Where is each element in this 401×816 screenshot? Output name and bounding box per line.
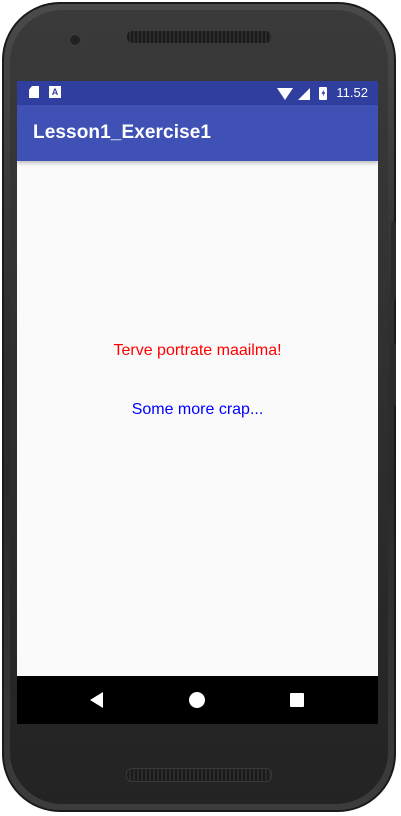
greeting-text: Terve portrate maailma! bbox=[113, 342, 282, 359]
volume-button[interactable] bbox=[391, 222, 396, 300]
front-camera bbox=[69, 34, 81, 46]
back-icon[interactable] bbox=[90, 692, 103, 708]
recents-icon[interactable] bbox=[290, 693, 304, 707]
app-title: Lesson1_Exercise1 bbox=[33, 122, 212, 143]
status-bar: A 11.52 bbox=[17, 81, 378, 105]
signal-icon bbox=[298, 88, 311, 100]
sd-card-icon bbox=[29, 86, 39, 98]
bottom-speaker bbox=[126, 768, 272, 782]
notification-icons: A bbox=[29, 86, 61, 98]
system-icons: 11.52 bbox=[277, 85, 368, 101]
secondary-text: Some more crap... bbox=[131, 401, 264, 418]
app-bar: Lesson1_Exercise1 bbox=[17, 105, 378, 161]
navigation-bar bbox=[17, 676, 378, 724]
battery-charging-icon bbox=[319, 86, 328, 100]
earpiece-speaker bbox=[126, 30, 272, 44]
wifi-icon bbox=[277, 88, 294, 100]
a-icon: A bbox=[49, 86, 61, 98]
home-icon[interactable] bbox=[189, 692, 205, 708]
power-button[interactable] bbox=[391, 344, 396, 406]
status-time: 11.52 bbox=[336, 85, 368, 100]
main-content: Terve portrate maailma! Some more crap..… bbox=[17, 161, 378, 676]
screen: A 11.52 Lesson1_Exercise1 Terve portrate… bbox=[17, 81, 378, 724]
phone-device: A 11.52 Lesson1_Exercise1 Terve portrate… bbox=[0, 0, 401, 816]
